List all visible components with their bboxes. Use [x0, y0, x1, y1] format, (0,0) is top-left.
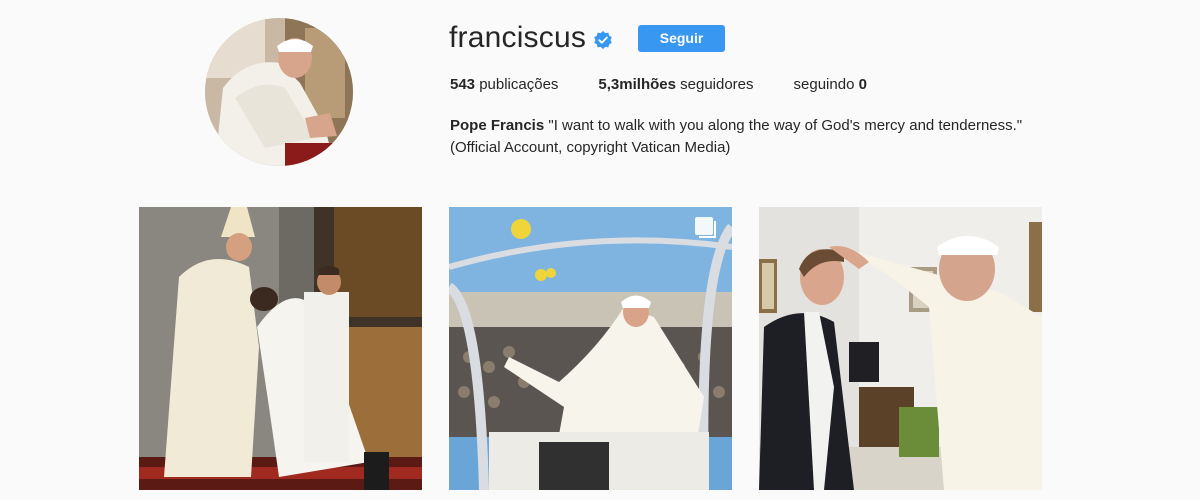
post-image — [449, 207, 732, 490]
verified-badge-icon — [594, 30, 612, 49]
posts-count: 543 publicações — [450, 76, 558, 93]
avatar-image — [205, 18, 353, 166]
post-tile[interactable] — [139, 207, 422, 490]
avatar[interactable] — [205, 18, 353, 166]
post-tile[interactable] — [449, 207, 732, 490]
posts-count-value: 543 — [450, 76, 476, 93]
profile-bio: Pope Francis "I want to walk with you al… — [450, 115, 1070, 159]
posts-grid — [139, 207, 1042, 490]
followers-count-label: seguidores — [675, 76, 754, 93]
following-link[interactable]: seguindo 0 — [794, 76, 867, 93]
follow-button[interactable]: Seguir — [638, 24, 726, 52]
bio-line2: (Official Account, copyright Vatican Med… — [450, 139, 731, 156]
followers-link[interactable]: 5,3milhões seguidores — [598, 76, 753, 93]
post-tile[interactable] — [759, 207, 1042, 490]
profile-header: franciscus Seguir 543 publicações 5,3mil… — [0, 0, 1200, 190]
post-image — [759, 207, 1042, 490]
bio-text: "I want to walk with you along the way o… — [544, 117, 1023, 134]
post-image — [139, 207, 422, 490]
posts-count-label: publicações — [475, 76, 559, 93]
bio-name: Pope Francis — [450, 117, 545, 134]
following-count-value: 0 — [858, 76, 867, 93]
followers-count-value: 5,3milhões — [598, 76, 676, 93]
profile-stats: 543 publicações 5,3milhões seguidores se… — [450, 76, 907, 93]
profile-username: franciscus — [449, 21, 587, 54]
following-count-label: seguindo — [793, 76, 859, 93]
multiple-posts-icon — [695, 217, 716, 238]
